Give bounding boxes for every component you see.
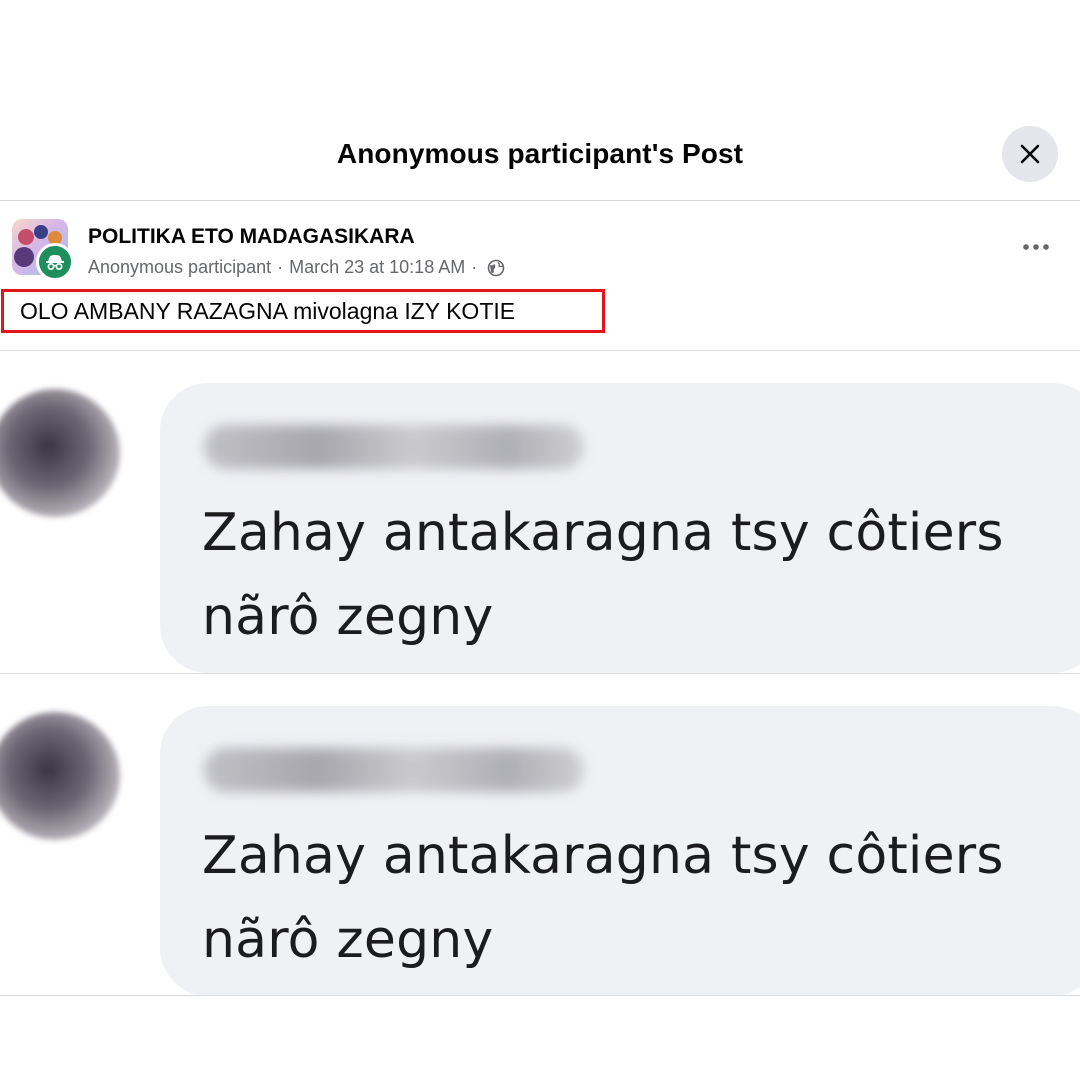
modal-header: Anonymous participant's Post xyxy=(0,108,1080,201)
commenter-avatar[interactable] xyxy=(0,712,120,840)
more-options-icon[interactable] xyxy=(1016,237,1056,257)
post-meta: Anonymous participant · March 23 at 10:1… xyxy=(88,257,505,278)
author-name[interactable]: Anonymous participant xyxy=(88,257,271,278)
commenter-avatar[interactable] xyxy=(0,389,120,517)
post-timestamp[interactable]: March 23 at 10:18 AM xyxy=(289,257,465,278)
post: POLITIKA ETO MADAGASIKARA Anonymous part… xyxy=(0,201,1080,351)
comment-bubble: Zahay antakaragna tsy côtiers nãrô zegny xyxy=(160,383,1080,673)
blurred-commenter-name xyxy=(204,748,584,792)
meta-separator-2: · xyxy=(471,257,478,277)
globe-icon[interactable] xyxy=(487,259,505,277)
close-icon xyxy=(1020,144,1040,164)
modal-title: Anonymous participant's Post xyxy=(336,138,744,169)
comment-bubble: Zahay antakaragna tsy côtiers nãrô zegny xyxy=(160,706,1080,996)
post-text: OLO AMBANY RAZAGNA mivolagna IZY KOTIE xyxy=(20,298,516,324)
comment-text: Zahay antakaragna tsy côtiers nãrô zegny xyxy=(202,503,1004,647)
blurred-commenter-name xyxy=(204,425,584,469)
meta-separator: · xyxy=(277,257,284,277)
anonymous-badge-icon xyxy=(36,243,74,281)
group-name-link[interactable]: POLITIKA ETO MADAGASIKARA xyxy=(88,225,415,249)
highlighted-post-text: OLO AMBANY RAZAGNA mivolagna IZY KOTIE xyxy=(1,289,605,333)
divider xyxy=(0,995,1080,996)
comment-text: Zahay antakaragna tsy côtiers nãrô zegny xyxy=(202,826,1004,970)
comment: Zahay antakaragna tsy côtiers nãrô zegny xyxy=(0,351,1080,673)
comment: Zahay antakaragna tsy côtiers nãrô zegny xyxy=(0,673,1080,996)
close-button[interactable] xyxy=(1002,126,1058,182)
